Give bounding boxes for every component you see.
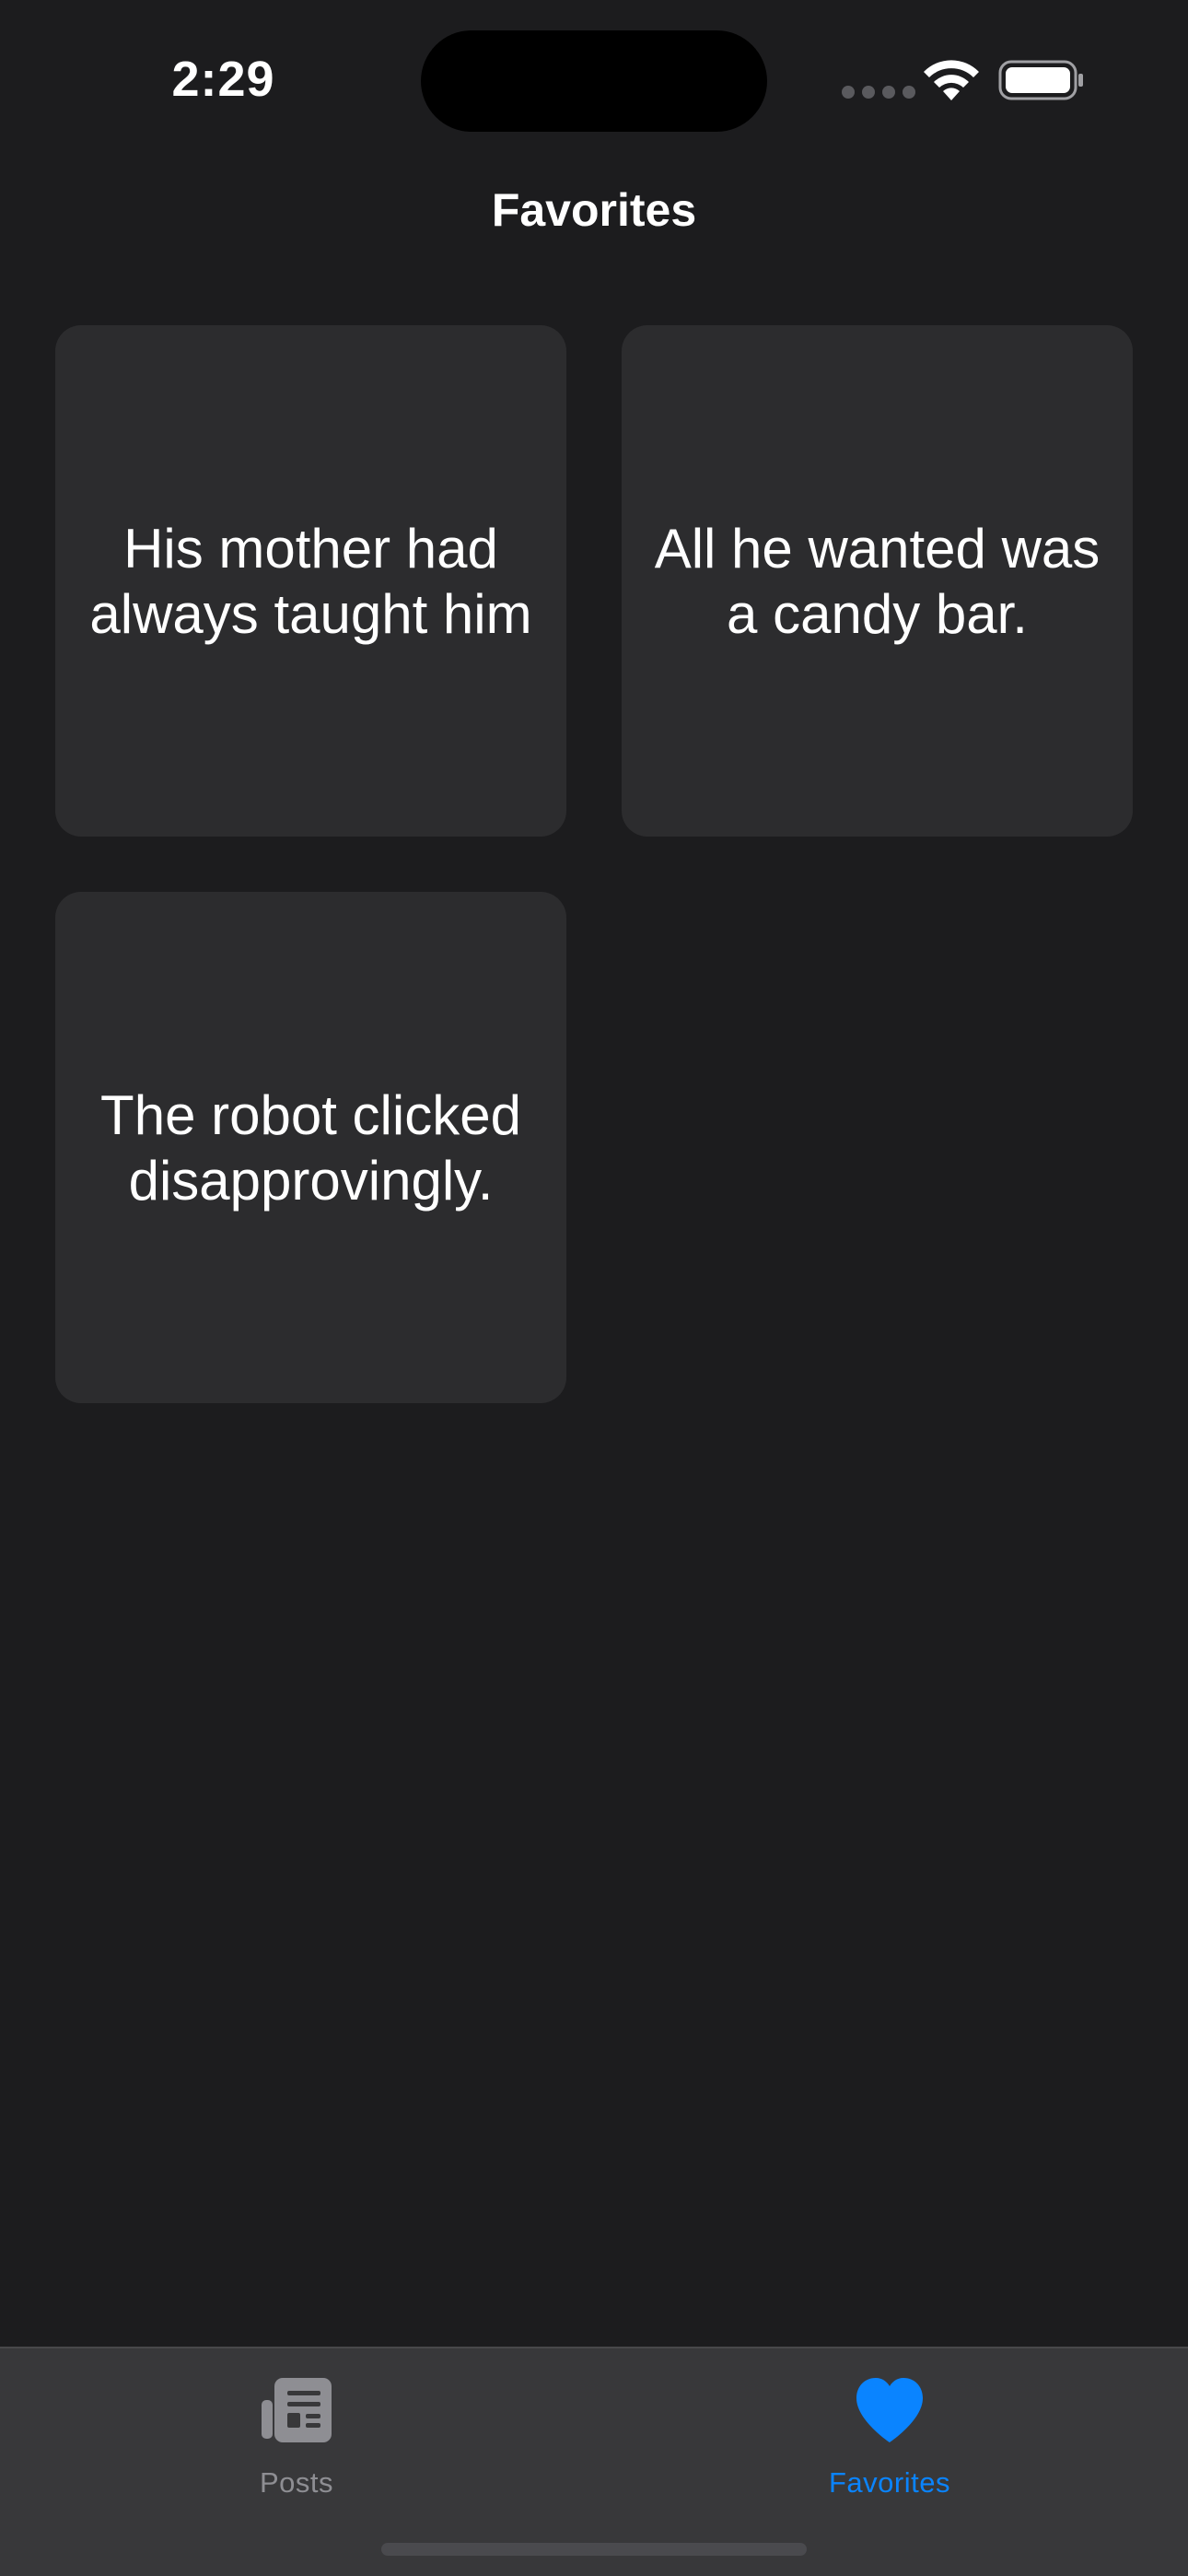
favorite-card[interactable]: All he wanted was a candy bar.	[622, 325, 1133, 837]
status-time: 2:29	[171, 52, 275, 107]
favorite-card-text: All he wanted was a candy bar.	[654, 517, 1101, 645]
cellular-signal-icon	[842, 86, 915, 99]
tab-posts[interactable]: Posts	[158, 2365, 435, 2531]
favorite-card[interactable]: The robot clicked disapprovingly.	[55, 892, 566, 1403]
tab-favorites[interactable]: Favorites	[751, 2365, 1028, 2531]
tab-bar-divider	[0, 2347, 1188, 2348]
tab-bar: Posts Favorites	[0, 2347, 1188, 2576]
favorite-card[interactable]: His mother had always taught him	[55, 325, 566, 837]
heart-icon	[856, 2378, 923, 2442]
newspaper-icon	[262, 2378, 332, 2442]
tab-label: Posts	[259, 2466, 334, 2499]
tab-label: Favorites	[829, 2466, 950, 2499]
page-title: Favorites	[491, 184, 697, 236]
battery-icon	[998, 60, 1083, 100]
favorite-card-text: His mother had always taught him	[89, 517, 532, 645]
home-indicator[interactable]	[381, 2543, 807, 2556]
favorite-card-text: The robot clicked disapprovingly.	[100, 1083, 521, 1212]
dynamic-island	[421, 30, 767, 132]
wifi-icon	[924, 60, 979, 100]
